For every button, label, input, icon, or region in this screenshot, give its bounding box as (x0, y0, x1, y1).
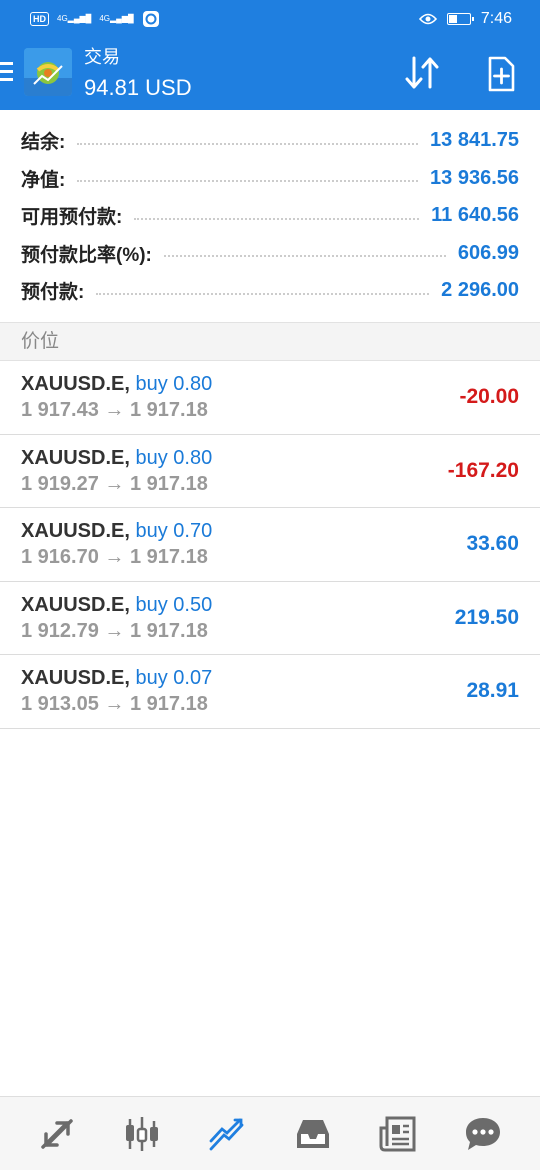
nav-trade[interactable] (202, 1109, 252, 1159)
summary-value: 2 296.00 (441, 279, 519, 302)
news-icon (379, 1116, 416, 1151)
signal-icon-2: 4G▂▄▆█ (99, 14, 134, 23)
bottom-navigation (0, 1096, 540, 1170)
dotted-leader (163, 255, 446, 258)
position-title: XAUUSD.E, buy 0.07 (21, 665, 212, 691)
position-row[interactable]: XAUUSD.E, buy 0.50 1 912.79 → 1 917.18 219… (0, 582, 540, 656)
page-title: 交易 (84, 47, 120, 67)
position-direction: buy 0.70 (135, 520, 213, 543)
position-row[interactable]: XAUUSD.E, buy 0.70 1 916.70 → 1 917.18 33.… (0, 508, 540, 582)
sort-icon (405, 56, 439, 89)
sort-button[interactable] (402, 55, 442, 91)
nav-history[interactable] (288, 1109, 338, 1159)
new-document-icon (488, 56, 515, 92)
summary-row: 可用预付款: 11 640.56 (0, 197, 540, 235)
trade-icon (209, 1118, 244, 1150)
summary-row: 净值: 13 936.56 (0, 160, 540, 198)
app-bar: 交易 94.81 USD (0, 38, 540, 110)
summary-label: 结余: (21, 132, 66, 154)
position-prices: 1 913.05 → 1 917.18 (21, 693, 208, 716)
position-title: XAUUSD.E, buy 0.80 (21, 445, 212, 471)
position-prices: 1 919.27 → 1 917.18 (21, 472, 208, 495)
position-direction: buy 0.80 (135, 373, 213, 395)
nav-news[interactable] (373, 1109, 423, 1159)
history-icon (296, 1119, 329, 1148)
summary-row: 预付款比率(%): 606.99 (0, 235, 540, 273)
chat-icon (466, 1117, 501, 1150)
dotted-leader (77, 180, 419, 183)
position-prices: 1 917.43 → 1 917.18 (21, 399, 208, 421)
nav-chat[interactable] (458, 1109, 508, 1159)
nav-chart[interactable] (117, 1109, 167, 1159)
signal-icon-1: 4G▂▄▆█ (57, 14, 92, 23)
position-symbol: XAUUSD.E, (21, 520, 130, 543)
position-direction: buy 0.80 (135, 446, 213, 469)
position-row[interactable]: XAUUSD.E, buy 0.07 1 913.05 → 1 917.18 28.… (0, 655, 540, 729)
position-prices: 1 916.70 → 1 917.18 (21, 546, 208, 569)
eye-icon (418, 13, 437, 25)
quotes-icon (40, 1118, 73, 1149)
position-symbol: XAUUSD.E, (21, 593, 130, 616)
nav-quotes[interactable] (32, 1109, 82, 1159)
dotted-leader (134, 217, 420, 220)
summary-label: 可用预付款: (21, 207, 123, 229)
summary-row: 结余: 13 841.75 (0, 122, 540, 160)
position-direction: buy 0.07 (135, 667, 213, 690)
position-profit: -20.00 (459, 385, 519, 408)
position-profit: 28.91 (466, 679, 519, 703)
position-row[interactable]: XAUUSD.E, buy 0.80 1 919.27 → 1 917.18 -16… (0, 435, 540, 509)
summary-value: 13 841.75 (430, 129, 519, 152)
summary-value: 11 640.56 (431, 204, 519, 227)
dotted-leader (96, 292, 430, 295)
position-symbol: XAUUSD.E, (21, 373, 130, 395)
position-profit: 219.50 (454, 605, 519, 629)
chart-icon (125, 1116, 158, 1151)
summary-label: 预付款: (21, 282, 85, 304)
position-symbol: XAUUSD.E, (21, 446, 130, 469)
position-profit: -167.20 (447, 458, 519, 482)
position-symbol: XAUUSD.E, (21, 667, 130, 690)
positions-section-header: 价位 (0, 322, 540, 361)
summary-value: 606.99 (457, 241, 519, 264)
status-bar: HD 4G▂▄▆█ 4G▂▄▆█ 7:46 (0, 0, 540, 38)
app-logo (24, 48, 72, 96)
summary-label: 预付款比率(%): (21, 244, 152, 266)
summary-value: 13 936.56 (430, 166, 519, 189)
position-title: XAUUSD.E, buy 0.80 (21, 371, 212, 397)
position-row[interactable]: XAUUSD.E, buy 0.80 1 917.43 → 1 917.18 -20… (0, 361, 540, 435)
account-summary: 结余: 13 841.75 净值: 13 936.56 可用预付款: 11 640.56 预… (0, 122, 540, 310)
summary-label: 净值: (21, 169, 66, 191)
new-order-button[interactable] (482, 55, 520, 93)
positions-list: XAUUSD.E, buy 0.80 1 917.43 → 1 917.18 -20… (0, 361, 540, 729)
hd-badge: HD (30, 12, 49, 26)
account-profit: 94.81 USD (84, 75, 192, 100)
position-prices: 1 912.79 → 1 917.18 (21, 619, 208, 642)
dotted-leader (77, 142, 419, 145)
clock: 7:46 (480, 10, 512, 27)
position-title: XAUUSD.E, buy 0.70 (21, 518, 212, 544)
position-direction: buy 0.50 (135, 593, 213, 616)
summary-row: 预付款: 2 296.00 (0, 272, 540, 310)
battery-icon (446, 13, 474, 25)
position-profit: 33.60 (466, 532, 519, 556)
menu-icon[interactable] (0, 62, 15, 82)
app-notification-icon (142, 11, 159, 27)
position-title: XAUUSD.E, buy 0.50 (21, 592, 212, 618)
